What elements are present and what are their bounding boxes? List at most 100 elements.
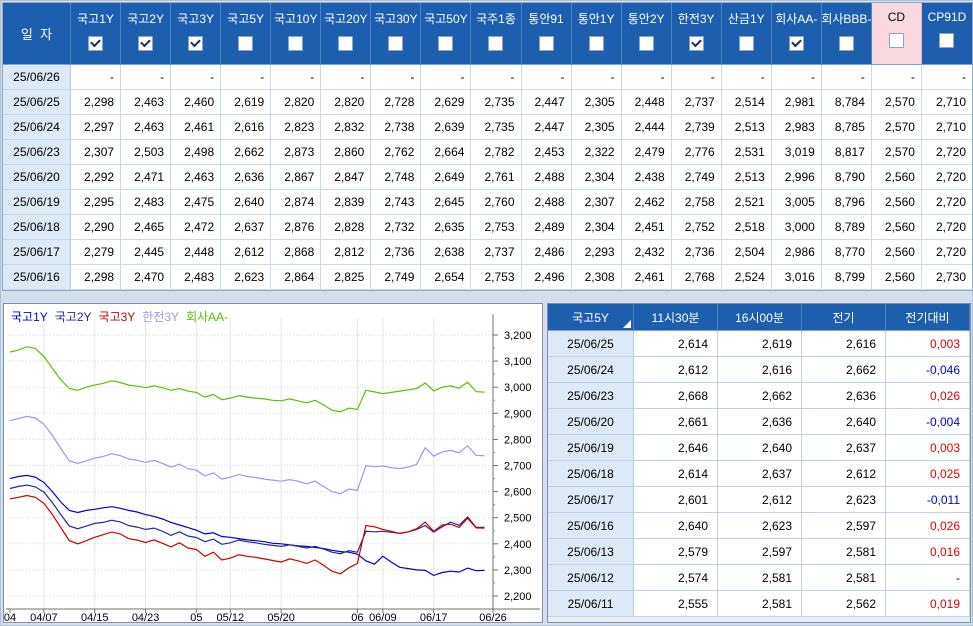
- rates-cell[interactable]: 2,635: [421, 215, 472, 240]
- rates-cell[interactable]: 2,629: [421, 90, 472, 115]
- rates-cell[interactable]: 2,720: [921, 240, 972, 265]
- rates-cell[interactable]: 2,737: [471, 240, 522, 265]
- rates-cell[interactable]: 2,504: [721, 240, 772, 265]
- rates-cell[interactable]: 2,782: [471, 140, 522, 165]
- rates-cell[interactable]: 2,463: [171, 165, 222, 190]
- detail-1130-cell[interactable]: 2,646: [634, 435, 718, 461]
- column-header-11[interactable]: 통안2Y: [621, 3, 672, 65]
- rates-cell[interactable]: 2,560: [871, 240, 922, 265]
- detail-header-0[interactable]: 국고5Y: [548, 304, 634, 331]
- rates-cell[interactable]: 2,753: [471, 215, 522, 240]
- rates-cell[interactable]: 2,304: [571, 165, 622, 190]
- rates-cell[interactable]: 2,279: [71, 240, 122, 265]
- rates-cell[interactable]: 2,560: [871, 265, 922, 290]
- column-header-9[interactable]: 통안91: [521, 3, 572, 65]
- column-header-0[interactable]: 국고1Y: [71, 3, 122, 65]
- rates-cell[interactable]: 2,761: [471, 165, 522, 190]
- column-header-15[interactable]: 회사BBB-: [821, 3, 872, 65]
- rates-cell[interactable]: 2,496: [521, 265, 572, 290]
- rates-cell[interactable]: 2,465: [121, 215, 172, 240]
- column-checkbox-6[interactable]: [388, 36, 404, 51]
- column-checkbox-16[interactable]: [888, 33, 904, 48]
- rates-cell[interactable]: 2,749: [371, 265, 422, 290]
- rates-cell[interactable]: -: [771, 65, 822, 90]
- rates-cell[interactable]: 2,720: [921, 190, 972, 215]
- rates-cell[interactable]: 2,828: [321, 215, 372, 240]
- rates-cell[interactable]: 2,305: [571, 90, 622, 115]
- rates-cell[interactable]: 2,521: [721, 190, 772, 215]
- rates-cell[interactable]: 2,996: [771, 165, 822, 190]
- detail-change-cell[interactable]: 0,026: [886, 513, 970, 539]
- detail-header-4[interactable]: 전기대비: [886, 304, 970, 331]
- detail-row-date[interactable]: 25/06/19: [548, 435, 634, 461]
- detail-prev-cell[interactable]: 2,636: [802, 383, 886, 409]
- column-checkbox-1[interactable]: [138, 36, 154, 51]
- detail-prev-cell[interactable]: 2,616: [802, 331, 886, 357]
- rates-cell[interactable]: -: [221, 65, 272, 90]
- detail-prev-cell[interactable]: 2,637: [802, 435, 886, 461]
- column-checkbox-0[interactable]: [88, 36, 104, 51]
- column-checkbox-8[interactable]: [488, 36, 504, 51]
- rates-cell[interactable]: 2,748: [371, 165, 422, 190]
- legend-item[interactable]: 한전3Y: [142, 310, 179, 324]
- rates-cell[interactable]: 2,749: [671, 165, 722, 190]
- rates-cell[interactable]: 2,616: [221, 115, 272, 140]
- column-checkbox-3[interactable]: [238, 36, 254, 51]
- rates-cell[interactable]: 2,570: [871, 90, 922, 115]
- legend-item[interactable]: 회사AA-: [186, 310, 228, 324]
- column-header-3[interactable]: 국고5Y: [221, 3, 272, 65]
- rates-cell[interactable]: -: [571, 65, 622, 90]
- rates-cell[interactable]: 2,983: [771, 115, 822, 140]
- rates-cell[interactable]: 2,514: [721, 90, 772, 115]
- rates-cell[interactable]: 2,518: [721, 215, 772, 240]
- rates-cell[interactable]: 2,736: [671, 240, 722, 265]
- rates-cell[interactable]: 2,307: [571, 190, 622, 215]
- rates-cell[interactable]: 2,297: [71, 115, 122, 140]
- rates-cell[interactable]: -: [721, 65, 772, 90]
- legend-item[interactable]: 국고1Y: [11, 310, 48, 324]
- column-checkbox-7[interactable]: [438, 36, 454, 51]
- rates-cell[interactable]: 2,710: [921, 90, 972, 115]
- rates-cell[interactable]: 2,298: [71, 90, 122, 115]
- rates-cell[interactable]: 2,720: [921, 215, 972, 240]
- rates-cell[interactable]: 2,623: [221, 265, 272, 290]
- rates-cell[interactable]: 2,981: [771, 90, 822, 115]
- detail-change-cell[interactable]: 0,026: [886, 383, 970, 409]
- column-header-16[interactable]: CD: [871, 3, 922, 65]
- detail-1130-cell[interactable]: 2,614: [634, 331, 718, 357]
- detail-1130-cell[interactable]: 2,640: [634, 513, 718, 539]
- detail-header-3[interactable]: 전기: [802, 304, 886, 331]
- rates-cell[interactable]: 2,760: [471, 190, 522, 215]
- rates-cell[interactable]: 2,823: [271, 115, 322, 140]
- rates-cell[interactable]: 2,483: [121, 190, 172, 215]
- detail-1130-cell[interactable]: 2,668: [634, 383, 718, 409]
- rates-cell[interactable]: 2,570: [871, 140, 922, 165]
- column-header-1[interactable]: 국고2Y: [121, 3, 172, 65]
- rates-cell[interactable]: 2,739: [671, 115, 722, 140]
- detail-prev-cell[interactable]: 2,623: [802, 487, 886, 513]
- rates-cell[interactable]: 2,295: [71, 190, 122, 215]
- detail-row-date[interactable]: 25/06/25: [548, 331, 634, 357]
- rates-cell[interactable]: 2,462: [621, 190, 672, 215]
- detail-prev-cell[interactable]: 2,562: [802, 591, 886, 617]
- detail-change-cell[interactable]: -0,011: [886, 487, 970, 513]
- detail-prev-cell[interactable]: 2,597: [802, 513, 886, 539]
- rates-cell[interactable]: 2,308: [571, 265, 622, 290]
- rates-cell[interactable]: 2,619: [221, 90, 272, 115]
- rates-cell[interactable]: 2,735: [471, 90, 522, 115]
- rates-cell[interactable]: 2,483: [171, 265, 222, 290]
- rates-cell[interactable]: 2,636: [221, 165, 272, 190]
- detail-1130-cell[interactable]: 2,614: [634, 461, 718, 487]
- rates-row-date[interactable]: 25/06/23: [3, 140, 71, 165]
- legend-item[interactable]: 국고3Y: [99, 310, 136, 324]
- rates-cell[interactable]: 2,488: [521, 165, 572, 190]
- column-checkbox-13[interactable]: [738, 36, 754, 51]
- detail-change-cell[interactable]: 0,019: [886, 591, 970, 617]
- rates-cell[interactable]: 2,825: [321, 265, 372, 290]
- rates-cell[interactable]: 2,445: [121, 240, 172, 265]
- column-header-7[interactable]: 국고50Y: [421, 3, 472, 65]
- rates-cell[interactable]: 3,016: [771, 265, 822, 290]
- rates-cell[interactable]: 2,461: [621, 265, 672, 290]
- rates-cell[interactable]: 2,868: [271, 240, 322, 265]
- rates-cell[interactable]: 2,639: [421, 115, 472, 140]
